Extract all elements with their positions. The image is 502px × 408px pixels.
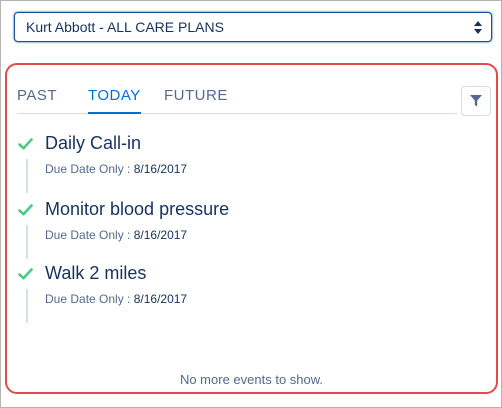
event-title[interactable]: Daily Call-in bbox=[45, 132, 141, 154]
timeline-event: Monitor blood pressure Due Date Only : 8… bbox=[7, 198, 487, 259]
timeline-connector bbox=[26, 225, 28, 259]
event-title[interactable]: Monitor blood pressure bbox=[45, 198, 229, 220]
tab-future[interactable]: FUTURE bbox=[164, 85, 228, 113]
event-due-date: Due Date Only : 8/16/2017 bbox=[45, 162, 187, 176]
timeline-tabs: PAST TODAY FUTURE bbox=[17, 85, 457, 114]
filter-icon bbox=[470, 95, 482, 107]
check-icon bbox=[18, 268, 33, 280]
care-plan-select-value: Kurt Abbott - ALL CARE PLANS bbox=[26, 19, 224, 35]
select-arrows-icon bbox=[474, 21, 482, 34]
check-icon bbox=[18, 138, 33, 150]
due-label: Due Date Only : bbox=[45, 228, 134, 242]
tab-past[interactable]: PAST bbox=[17, 85, 57, 113]
check-icon bbox=[18, 204, 33, 216]
event-title[interactable]: Walk 2 miles bbox=[45, 262, 146, 284]
timeline-event: Walk 2 miles Due Date Only : 8/16/2017 bbox=[7, 262, 487, 323]
due-date-value: 8/16/2017 bbox=[133, 162, 188, 176]
tab-today[interactable]: TODAY bbox=[88, 85, 141, 114]
event-due-date: Due Date Only : 8/16/2017 bbox=[45, 228, 187, 242]
care-plan-select[interactable]: Kurt Abbott - ALL CARE PLANS bbox=[14, 12, 492, 42]
due-label: Due Date Only : bbox=[45, 292, 134, 306]
event-due-date: Due Date Only : 8/16/2017 bbox=[45, 292, 187, 306]
timeline-connector bbox=[26, 159, 28, 193]
no-more-events-text: No more events to show. bbox=[179, 372, 324, 387]
due-label: Due Date Only : bbox=[45, 162, 134, 176]
timeline-connector bbox=[26, 289, 28, 323]
due-date-value: 8/16/2017 bbox=[133, 292, 188, 306]
filter-button[interactable] bbox=[461, 86, 491, 116]
activity-timeline-card: PAST TODAY FUTURE Daily Call-in Due Date… bbox=[5, 63, 498, 394]
due-date-value: 8/16/2017 bbox=[133, 228, 188, 242]
timeline-event: Daily Call-in Due Date Only : 8/16/2017 bbox=[7, 132, 487, 193]
